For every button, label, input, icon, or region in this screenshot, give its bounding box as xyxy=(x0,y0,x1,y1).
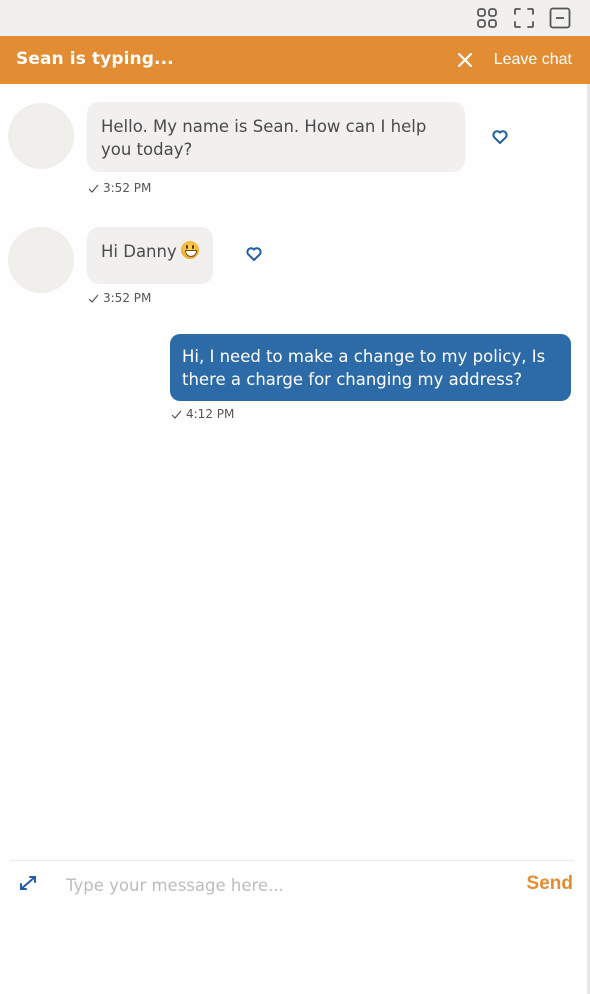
check-icon xyxy=(88,184,99,193)
grinning-face-emoji xyxy=(180,241,199,259)
check-icon xyxy=(88,294,99,303)
message-text: Hi Danny xyxy=(101,242,177,261)
message-timestamp: 3:52 PM xyxy=(88,181,151,195)
heart-icon[interactable] xyxy=(491,128,509,146)
close-icon xyxy=(456,51,474,69)
timestamp-text: 4:12 PM xyxy=(186,407,235,421)
agent-avatar xyxy=(8,227,74,293)
message-timestamp: 3:52 PM xyxy=(88,291,151,305)
fullscreen-icon[interactable] xyxy=(513,7,535,29)
message-input[interactable] xyxy=(66,870,496,900)
leave-chat-button[interactable]: Leave chat xyxy=(456,48,572,72)
message-text: Hello. My name is Sean. How can I help y… xyxy=(101,117,427,159)
minimize-icon[interactable] xyxy=(549,7,571,29)
composer-divider xyxy=(10,860,574,861)
check-icon xyxy=(171,410,182,419)
grid-icon[interactable] xyxy=(476,7,498,29)
message-bubble: Hi Danny xyxy=(87,227,213,284)
message-bubble: Hi, I need to make a change to my policy… xyxy=(170,334,571,401)
timestamp-text: 3:52 PM xyxy=(103,181,152,195)
chat-header: Sean is typing... Leave chat xyxy=(0,36,590,84)
message-text: Hi, I need to make a change to my policy… xyxy=(182,347,546,389)
message-timestamp: 4:12 PM xyxy=(171,407,234,421)
timestamp-text: 3:52 PM xyxy=(103,291,152,305)
heart-icon[interactable] xyxy=(245,245,263,263)
leave-chat-label: Leave chat xyxy=(493,51,572,68)
agent-avatar xyxy=(8,103,74,169)
typing-status: Sean is typing... xyxy=(16,49,174,69)
send-button[interactable]: Send xyxy=(527,873,573,895)
expand-icon[interactable] xyxy=(17,873,39,893)
window-toolbar xyxy=(0,0,590,36)
message-bubble: Hello. My name is Sean. How can I help y… xyxy=(87,102,465,172)
